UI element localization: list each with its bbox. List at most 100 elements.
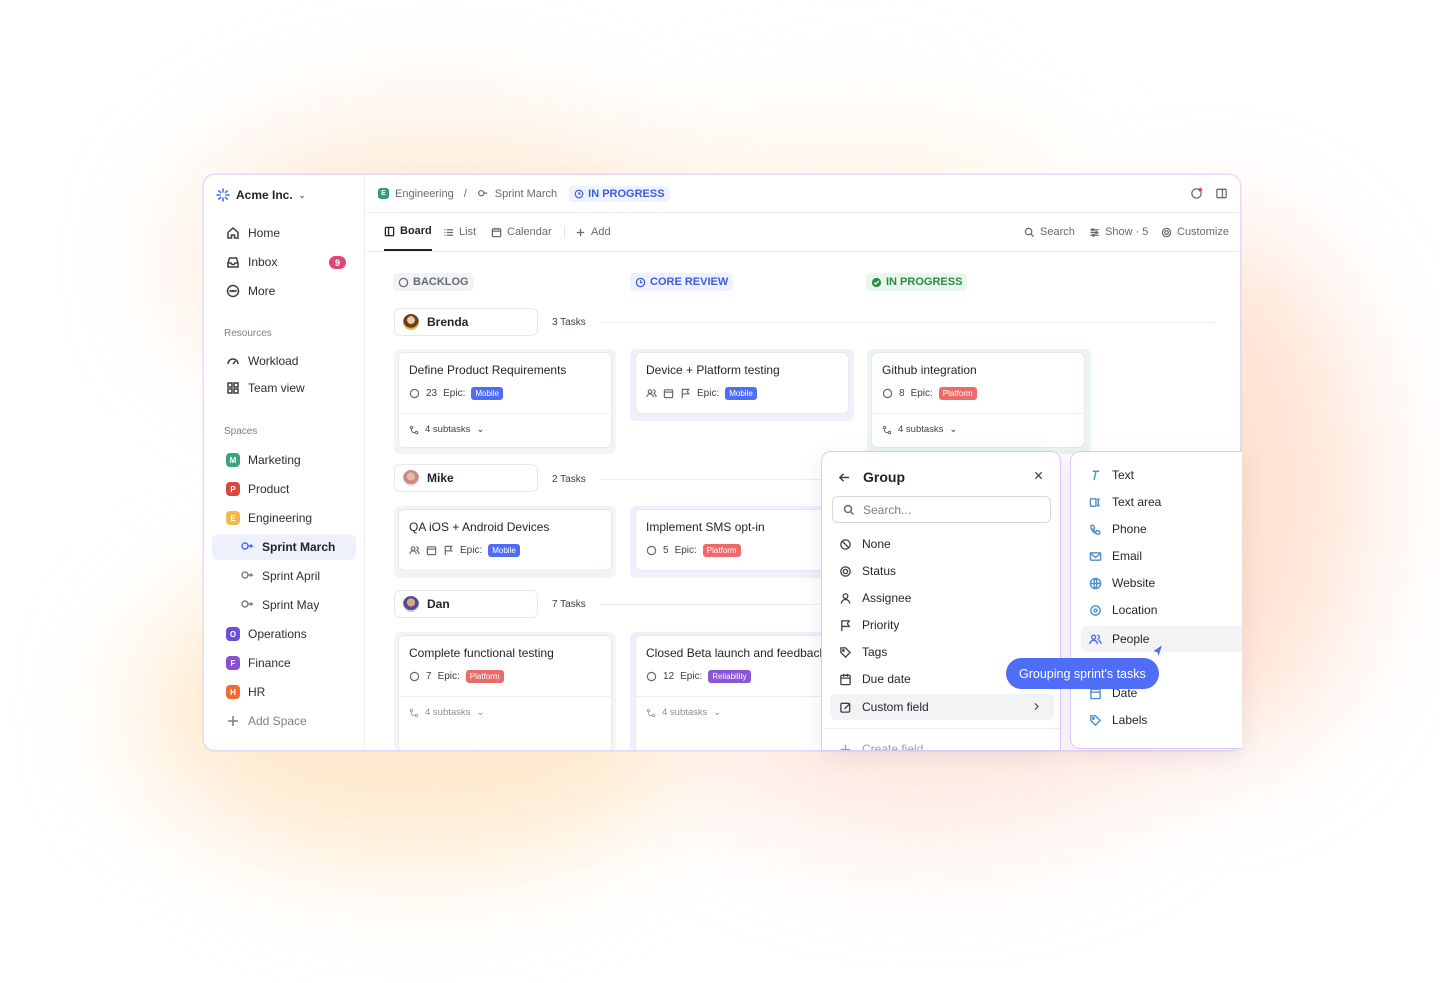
- phone-icon: [1090, 524, 1101, 535]
- field-option-labels[interactable]: Labels: [1081, 707, 1242, 733]
- group-option-status[interactable]: Status: [830, 558, 1054, 584]
- nav-more[interactable]: More: [212, 278, 356, 304]
- task-card[interactable]: Implement SMS opt-in 5 Epic: Platform: [635, 509, 830, 571]
- group-brenda[interactable]: Brenda: [394, 308, 538, 336]
- space-product[interactable]: P Product: [212, 476, 356, 502]
- sprint-icon: [241, 571, 254, 579]
- status-badge[interactable]: IN PROGRESS: [569, 185, 670, 202]
- top-right-actions: [1190, 187, 1228, 200]
- field-option-text-area[interactable]: Text area: [1081, 489, 1242, 515]
- list-sprint-march[interactable]: Sprint March: [212, 534, 356, 560]
- list-sprint-may[interactable]: Sprint May: [212, 592, 356, 618]
- group-search-input[interactable]: Search...: [832, 496, 1051, 523]
- space-hr[interactable]: H HR: [212, 679, 356, 705]
- nav-workload[interactable]: Workload: [212, 348, 356, 374]
- nav-inbox[interactable]: Inbox 9: [212, 249, 356, 275]
- card-divider: [399, 413, 611, 414]
- field-option-phone[interactable]: Phone: [1081, 516, 1242, 542]
- epic-tag[interactable]: Reliability: [708, 670, 751, 683]
- list-sprint-april[interactable]: Sprint April: [212, 563, 356, 589]
- subtasks-toggle[interactable]: 4 subtasks ⌄: [646, 707, 721, 718]
- text-icon: [1092, 470, 1100, 480]
- subtasks-toggle[interactable]: 4 subtasks ⌄: [409, 707, 484, 718]
- sprint-icon: [241, 542, 254, 550]
- group-dan[interactable]: Dan: [394, 590, 538, 618]
- add-view-button[interactable]: Add: [575, 213, 611, 251]
- subtasks-label: 4 subtasks: [662, 707, 708, 718]
- task-meta: Epic: Mobile: [409, 544, 520, 557]
- task-card[interactable]: Complete functional testing 7 Epic: Plat…: [398, 635, 612, 750]
- task-title: Complete functional testing: [409, 646, 554, 660]
- breadcrumb-space[interactable]: Engineering: [395, 188, 454, 200]
- column-label: IN PROGRESS: [886, 276, 963, 288]
- option-label: People: [1112, 632, 1150, 646]
- group-option-priority[interactable]: Priority: [830, 612, 1054, 638]
- chevron-down-icon: ⌄: [476, 424, 485, 435]
- epic-tag[interactable]: Mobile: [725, 387, 757, 400]
- back-arrow-icon[interactable]: [838, 471, 851, 484]
- inbox-count-badge: 9: [329, 256, 346, 269]
- add-space-button[interactable]: Add Space: [212, 708, 356, 734]
- epic-tag[interactable]: Mobile: [471, 387, 503, 400]
- group-by-panel: Group Search... None Status Assignee Pri…: [821, 451, 1061, 751]
- subtasks-toggle[interactable]: 4 subtasks ⌄: [882, 424, 957, 435]
- list-icon: [444, 228, 454, 236]
- tab-board[interactable]: Board: [384, 213, 432, 251]
- group-option-none[interactable]: None: [830, 531, 1054, 557]
- epic-tag[interactable]: Platform: [465, 670, 504, 683]
- task-meta: 8 Epic: Platform: [882, 387, 977, 400]
- subtasks-label: 4 subtasks: [425, 707, 471, 718]
- space-marketing-icon: M: [226, 453, 240, 467]
- task-card[interactable]: Closed Beta launch and feedback 12 Epic:…: [635, 635, 830, 750]
- task-card[interactable]: Github integration 8 Epic: Platform 4 su…: [871, 352, 1085, 448]
- group-option-assignee[interactable]: Assignee: [830, 585, 1054, 611]
- subtasks-toggle[interactable]: 4 subtasks ⌄: [409, 424, 484, 435]
- space-marketing[interactable]: M Marketing: [212, 447, 356, 473]
- column-backlog[interactable]: BACKLOG: [393, 273, 474, 291]
- tab-list[interactable]: List: [443, 213, 476, 251]
- close-icon[interactable]: [1033, 470, 1044, 481]
- nav-home[interactable]: Home: [212, 220, 356, 246]
- panel-toggle-icon[interactable]: [1215, 187, 1228, 200]
- sliders-icon: [1090, 227, 1099, 237]
- option-label: Website: [1112, 576, 1156, 590]
- notification-icon[interactable]: [1190, 187, 1203, 200]
- search-button[interactable]: Search: [1024, 213, 1075, 251]
- column-in-progress[interactable]: IN PROGRESS: [866, 273, 968, 291]
- create-field-button[interactable]: Create field: [830, 736, 1054, 750]
- subtasks-icon: [409, 425, 419, 434]
- epic-tag[interactable]: Platform: [702, 544, 741, 557]
- show-button[interactable]: Show · 5: [1089, 213, 1148, 251]
- epic-label: Epic:: [460, 545, 483, 556]
- group-mike[interactable]: Mike: [394, 464, 538, 492]
- field-option-email[interactable]: Email: [1081, 543, 1242, 569]
- avatar: [403, 470, 419, 486]
- space-engineering[interactable]: E Engineering: [212, 505, 356, 531]
- space-finance[interactable]: F Finance: [212, 650, 356, 676]
- field-option-text[interactable]: Text: [1081, 462, 1242, 488]
- tab-calendar[interactable]: Calendar: [491, 213, 552, 251]
- field-option-website[interactable]: Website: [1081, 570, 1242, 596]
- workspace-switcher[interactable]: Acme Inc. ⌄: [216, 187, 305, 203]
- group-option-custom-field[interactable]: Custom field: [830, 694, 1054, 720]
- epic-label: Epic:: [680, 671, 703, 682]
- task-card[interactable]: QA iOS + Android Devices Epic: Mobile: [398, 509, 612, 571]
- customize-button[interactable]: Customize: [1161, 213, 1229, 251]
- column-core-review[interactable]: CORE REVIEW: [630, 273, 734, 291]
- gauge-icon: [227, 358, 239, 365]
- option-label: Email: [1112, 549, 1143, 563]
- epic-tag[interactable]: Mobile: [488, 544, 520, 557]
- task-card[interactable]: Device + Platform testing Epic: Mobile: [635, 352, 849, 414]
- epic-tag[interactable]: Platform: [938, 387, 977, 400]
- nav-team-view[interactable]: Team view: [212, 375, 356, 401]
- space-operations[interactable]: O Operations: [212, 621, 356, 647]
- task-meta: 23 Epic: Mobile: [409, 387, 503, 400]
- view-bar: Board List Calendar Add Search Show · 5 …: [366, 213, 1240, 252]
- more-icon: [226, 284, 240, 298]
- task-card[interactable]: Define Product Requirements 23 Epic: Mob…: [398, 352, 612, 448]
- nav-label: Product: [248, 482, 290, 496]
- epic-label: Epic:: [674, 545, 697, 556]
- field-option-location[interactable]: Location: [1081, 597, 1242, 623]
- task-points: 12: [663, 671, 675, 682]
- breadcrumb-list[interactable]: Sprint March: [495, 188, 557, 200]
